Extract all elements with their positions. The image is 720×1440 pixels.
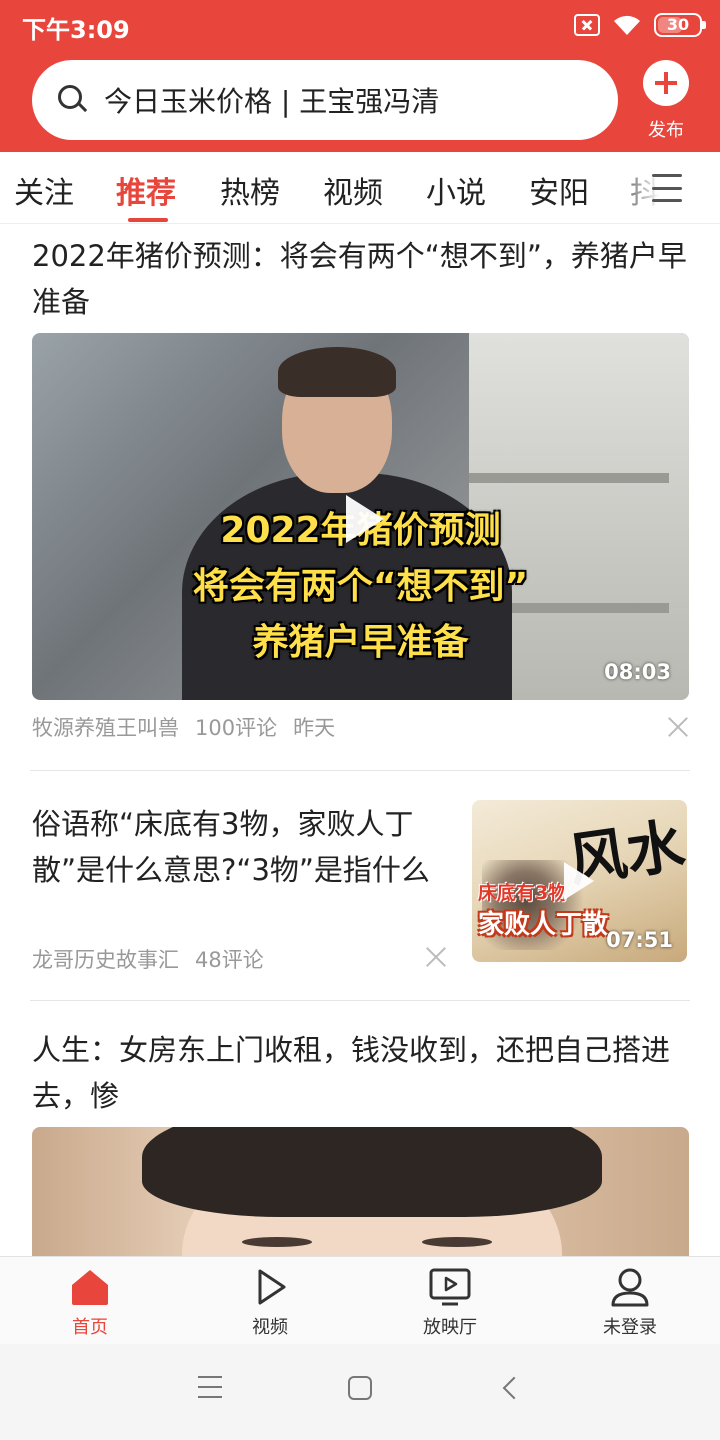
nav-label: 视频 <box>252 1317 288 1338</box>
back-icon[interactable] <box>502 1376 526 1400</box>
tab-novel[interactable]: 小说 <box>426 168 486 212</box>
battery-icon: 30 <box>654 13 706 37</box>
search-placeholder: 今日玉米价格 | 王宝强冯清 <box>104 85 440 118</box>
active-tab-indicator <box>128 218 168 222</box>
article-image[interactable] <box>32 1127 689 1256</box>
nav-video[interactable]: 视频 <box>210 1267 330 1339</box>
status-bar: 下午3:09 30 <box>0 0 720 50</box>
nav-label: 未登录 <box>603 1317 657 1338</box>
search-icon <box>58 85 88 115</box>
video-overlay-line: 家败人丁散 <box>478 910 609 940</box>
article-meta: 牧源养殖王叫兽 100评论 昨天 <box>32 712 335 742</box>
video-thumbnail[interactable]: 2022年猪价预测 将会有两个“想不到” 养猪户早准备 08:03 <box>32 333 689 700</box>
home-button-icon[interactable] <box>348 1376 372 1400</box>
dismiss-icon[interactable] <box>668 717 688 737</box>
article-source[interactable]: 牧源养殖王叫兽 <box>32 712 179 742</box>
article-time: 昨天 <box>293 716 336 740</box>
sim-off-icon <box>574 14 600 36</box>
publish-label: 发布 <box>648 120 684 141</box>
play-icon[interactable] <box>334 491 390 547</box>
tab-recommend[interactable]: 推荐 <box>116 168 176 212</box>
channel-menu-icon[interactable] <box>652 174 682 202</box>
nav-theater[interactable]: 放映厅 <box>390 1267 510 1339</box>
video-duration: 07:51 <box>606 928 673 952</box>
article-title[interactable]: 人生：女房东上门收租，钱没收到，还把自己搭进去，惨 <box>32 1027 692 1119</box>
tab-anyang[interactable]: 安阳 <box>529 168 589 212</box>
article-source[interactable]: 龙哥历史故事汇 <box>32 944 179 974</box>
nav-home[interactable]: 首页 <box>30 1267 150 1339</box>
dismiss-icon[interactable] <box>426 947 446 967</box>
user-icon <box>611 1268 649 1307</box>
home-icon <box>72 1270 108 1305</box>
plus-icon <box>643 60 689 106</box>
channel-tabs: 关注 推荐 热榜 视频 小说 安阳 抖 <box>0 152 720 224</box>
nav-profile[interactable]: 未登录 <box>570 1267 690 1339</box>
wifi-icon <box>612 13 642 37</box>
tv-icon <box>429 1268 471 1306</box>
recent-apps-icon[interactable] <box>198 1376 222 1398</box>
play-icon <box>258 1269 286 1305</box>
article-title[interactable]: 俗语称“床底有3物，家败人丁散”是什么意思?“3物”是指什么 <box>32 801 452 893</box>
article-title[interactable]: 2022年猪价预测：将会有两个“想不到”，养猪户早准备 <box>32 233 692 325</box>
nav-label: 首页 <box>72 1317 108 1338</box>
nav-label: 放映厅 <box>423 1317 477 1338</box>
play-icon[interactable] <box>564 862 594 900</box>
video-thumbnail[interactable]: 风水 床底有3物 家败人丁散 07:51 <box>472 800 687 962</box>
article-comments: 100评论 <box>195 716 278 740</box>
video-overlay-line: 将会有两个“想不到” <box>192 566 529 607</box>
bottom-nav: 首页 视频 放映厅 未登录 <box>0 1256 720 1344</box>
search-input[interactable]: 今日玉米价格 | 王宝强冯清 <box>32 60 618 140</box>
status-icons: 30 <box>574 10 706 40</box>
system-nav-bar <box>0 1344 720 1440</box>
news-feed: 2022年猪价预测：将会有两个“想不到”，养猪户早准备 2022年猪价预测 将会… <box>0 225 720 1256</box>
divider <box>30 770 690 771</box>
article-meta: 龙哥历史故事汇 48评论 <box>32 944 264 974</box>
tab-video[interactable]: 视频 <box>323 168 383 212</box>
status-time: 下午3:09 <box>22 16 130 44</box>
tab-hot[interactable]: 热榜 <box>220 168 280 212</box>
video-duration: 08:03 <box>604 660 671 684</box>
header-bar: 下午3:09 30 今日玉米价格 | 王宝强冯清 发布 <box>0 0 720 152</box>
publish-button[interactable]: 发布 <box>640 60 692 144</box>
article-comments: 48评论 <box>195 948 264 972</box>
video-overlay-line: 床底有3物 <box>478 882 568 904</box>
divider <box>30 1000 690 1001</box>
video-overlay-line: 养猪户早准备 <box>252 622 469 663</box>
tab-follow[interactable]: 关注 <box>14 168 74 212</box>
